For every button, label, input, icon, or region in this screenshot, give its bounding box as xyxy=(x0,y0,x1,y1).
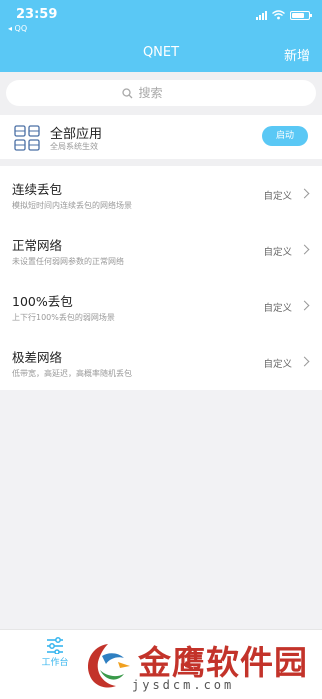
chevron-right-icon xyxy=(299,300,310,311)
all-apps-subtitle: 全局系统生效 xyxy=(50,142,98,151)
customize-link[interactable]: 自定义 xyxy=(263,356,292,370)
sliders-icon xyxy=(47,637,63,654)
profile-description: 低带宽，高延迟，高概率随机丢包 xyxy=(12,369,132,378)
chevron-right-icon xyxy=(299,244,310,255)
chevron-right-icon xyxy=(299,188,310,199)
tab-label: 工作台 xyxy=(41,658,69,668)
profile-name: 正常网络 xyxy=(12,238,63,253)
customize-link[interactable]: 自定义 xyxy=(263,300,292,314)
app-header: 23:59 ◂ QQ QNET 新增 xyxy=(0,0,322,72)
search-icon xyxy=(121,87,132,98)
watermark-logo xyxy=(88,644,130,688)
list-item[interactable]: 正常网络 未设置任何弱网参数的正常网络 自定义 xyxy=(0,222,322,278)
watermark-text: 金鹰软件园 xyxy=(138,643,308,682)
watermark-url: jysdcm.com xyxy=(132,678,235,692)
tab-workbench[interactable]: 工作台 xyxy=(38,636,72,668)
empty-area xyxy=(0,390,322,630)
status-time: 23:59 xyxy=(16,7,58,22)
wifi-icon xyxy=(272,10,285,20)
profile-list: 连续丢包 模拟短时间内连续丢包的网络场景 自定义 正常网络 未设置任何弱网参数的… xyxy=(0,166,322,390)
watermark: 金鹰软件园 jysdcm.com xyxy=(78,636,322,698)
all-apps-title: 全部应用 xyxy=(50,127,103,142)
profile-name: 连续丢包 xyxy=(12,182,63,197)
all-apps-row: 全部应用 全局系统生效 启动 xyxy=(0,115,322,159)
search-input[interactable] xyxy=(136,85,201,101)
profile-name: 100%丢包 xyxy=(12,294,73,309)
profile-description: 上下行100%丢包的弱网场景 xyxy=(12,313,115,322)
list-item[interactable]: 100%丢包 上下行100%丢包的弱网场景 自定义 xyxy=(0,278,322,334)
signal-icon xyxy=(256,10,267,20)
profile-description: 未设置任何弱网参数的正常网络 xyxy=(12,257,124,266)
search-bar[interactable] xyxy=(6,80,316,106)
customize-link[interactable]: 自定义 xyxy=(263,244,292,258)
battery-icon xyxy=(290,10,312,20)
status-icons xyxy=(256,10,312,20)
customize-link[interactable]: 自定义 xyxy=(263,188,292,202)
page-title: QNET xyxy=(142,45,180,60)
profile-name: 极差网络 xyxy=(12,350,63,365)
profile-description: 模拟短时间内连续丢包的网络场景 xyxy=(12,201,132,210)
list-item[interactable]: 极差网络 低带宽，高延迟，高概率随机丢包 自定义 xyxy=(0,334,322,390)
list-item[interactable]: 连续丢包 模拟短时间内连续丢包的网络场景 自定义 xyxy=(0,166,322,222)
add-button[interactable]: 新增 xyxy=(284,45,310,64)
apps-grid-icon xyxy=(14,125,40,151)
start-button[interactable]: 启动 xyxy=(262,126,308,146)
back-to-app-link[interactable]: ◂ QQ xyxy=(8,24,27,33)
chevron-right-icon xyxy=(299,356,310,367)
